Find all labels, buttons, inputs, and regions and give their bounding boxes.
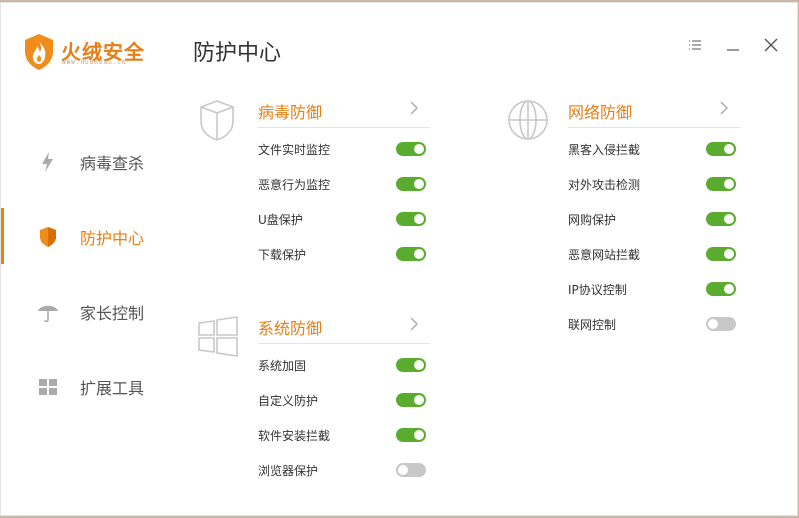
toggle-switch[interactable]: [396, 142, 426, 156]
grid-icon: [39, 379, 57, 395]
list-item: 恶意网站拦截: [568, 246, 740, 281]
virus-defense-header[interactable]: 病毒防御: [258, 99, 430, 128]
section-title: 网络防御: [568, 103, 633, 122]
app-logo: 火绒安全 WWW.HUORONG.CN: [23, 33, 153, 73]
page-title: 防护中心: [193, 41, 282, 66]
list-item: 系统加固: [258, 357, 430, 392]
item-label: 下载保护: [258, 248, 307, 262]
toggle-switch[interactable]: [396, 463, 426, 477]
virus-defense-list: 文件实时监控 恶意行为监控 U盘保护 下载保护: [258, 141, 430, 281]
shield-icon: [40, 227, 56, 247]
item-label: 系统加固: [258, 359, 307, 373]
toggle-switch[interactable]: [396, 247, 426, 261]
list-item: 下载保护: [258, 246, 430, 281]
sidebar-item-protection-center[interactable]: 防护中心: [1, 208, 171, 264]
list-item: 文件实时监控: [258, 141, 430, 176]
list-item: 对外攻击检测: [568, 176, 740, 211]
app-url: WWW.HUORONG.CN: [62, 59, 127, 66]
item-label: 浏览器保护: [258, 464, 319, 478]
globe-icon: [508, 100, 548, 140]
toggle-switch[interactable]: [396, 393, 426, 407]
chevron-right-icon: [410, 101, 418, 115]
toggle-switch[interactable]: [706, 142, 736, 156]
sidebar-item-extension-tools[interactable]: 扩展工具: [1, 358, 171, 414]
sidebar-item-label: 扩展工具: [80, 379, 145, 398]
list-item: 自定义防护: [258, 392, 430, 427]
item-label: U盘保护: [258, 213, 303, 227]
toggle-switch[interactable]: [706, 247, 736, 261]
item-label: 自定义防护: [258, 394, 319, 408]
toggle-switch[interactable]: [396, 212, 426, 226]
close-icon: [764, 38, 778, 52]
list-item: 浏览器保护: [258, 462, 430, 497]
shield-outline-icon: [200, 100, 234, 141]
item-label: 恶意行为监控: [258, 178, 331, 192]
umbrella-icon: [38, 305, 58, 323]
system-defense-header[interactable]: 系统防御: [258, 315, 430, 344]
list-item: 软件安装拦截: [258, 427, 430, 462]
toggle-switch[interactable]: [706, 317, 736, 331]
toggle-switch[interactable]: [706, 212, 736, 226]
item-label: 对外攻击检测: [568, 178, 641, 192]
item-label: 文件实时监控: [258, 143, 331, 157]
list-item: 网购保护: [568, 211, 740, 246]
item-label: 软件安装拦截: [258, 429, 331, 443]
app-window: 火绒安全 WWW.HUORONG.CN 防护中心 病毒查杀 防护中心 家长控制 …: [0, 2, 798, 516]
section-title: 病毒防御: [258, 103, 323, 122]
item-label: 恶意网站拦截: [568, 248, 641, 262]
minimize-button[interactable]: [723, 35, 743, 55]
list-item: 恶意行为监控: [258, 176, 430, 211]
lightning-icon: [42, 152, 53, 172]
item-label: 联网控制: [568, 318, 617, 332]
list-item: IP协议控制: [568, 281, 740, 316]
menu-button[interactable]: [686, 35, 706, 55]
windows-icon: [198, 316, 238, 357]
chevron-right-icon: [720, 101, 728, 115]
sidebar-item-parental-control[interactable]: 家长控制: [1, 283, 171, 339]
chevron-right-icon: [410, 317, 418, 331]
sidebar-item-label: 病毒查杀: [80, 154, 145, 173]
toggle-switch[interactable]: [706, 282, 736, 296]
flame-shield-logo-icon: [25, 34, 53, 70]
list-item: 黑客入侵拦截: [568, 141, 740, 176]
section-title: 系统防御: [258, 319, 323, 338]
menu-lines-icon: [689, 40, 701, 50]
sidebar-item-label: 家长控制: [80, 304, 145, 323]
item-label: 网购保护: [568, 213, 617, 227]
item-label: IP协议控制: [568, 283, 627, 297]
toggle-switch[interactable]: [396, 177, 426, 191]
list-item: 联网控制: [568, 316, 740, 351]
network-defense-header[interactable]: 网络防御: [568, 99, 740, 128]
sidebar-item-label: 防护中心: [80, 229, 145, 248]
minimize-icon: [727, 49, 739, 51]
sidebar-item-virus-scan[interactable]: 病毒查杀: [1, 133, 171, 189]
list-item: U盘保护: [258, 211, 430, 246]
close-button[interactable]: [761, 35, 781, 55]
toggle-switch[interactable]: [396, 358, 426, 372]
item-label: 黑客入侵拦截: [568, 143, 641, 157]
network-defense-list: 黑客入侵拦截 对外攻击检测 网购保护 恶意网站拦截 IP协议控制 联网控制: [568, 141, 740, 351]
system-defense-list: 系统加固 自定义防护 软件安装拦截 浏览器保护: [258, 357, 430, 497]
toggle-switch[interactable]: [396, 428, 426, 442]
toggle-switch[interactable]: [706, 177, 736, 191]
